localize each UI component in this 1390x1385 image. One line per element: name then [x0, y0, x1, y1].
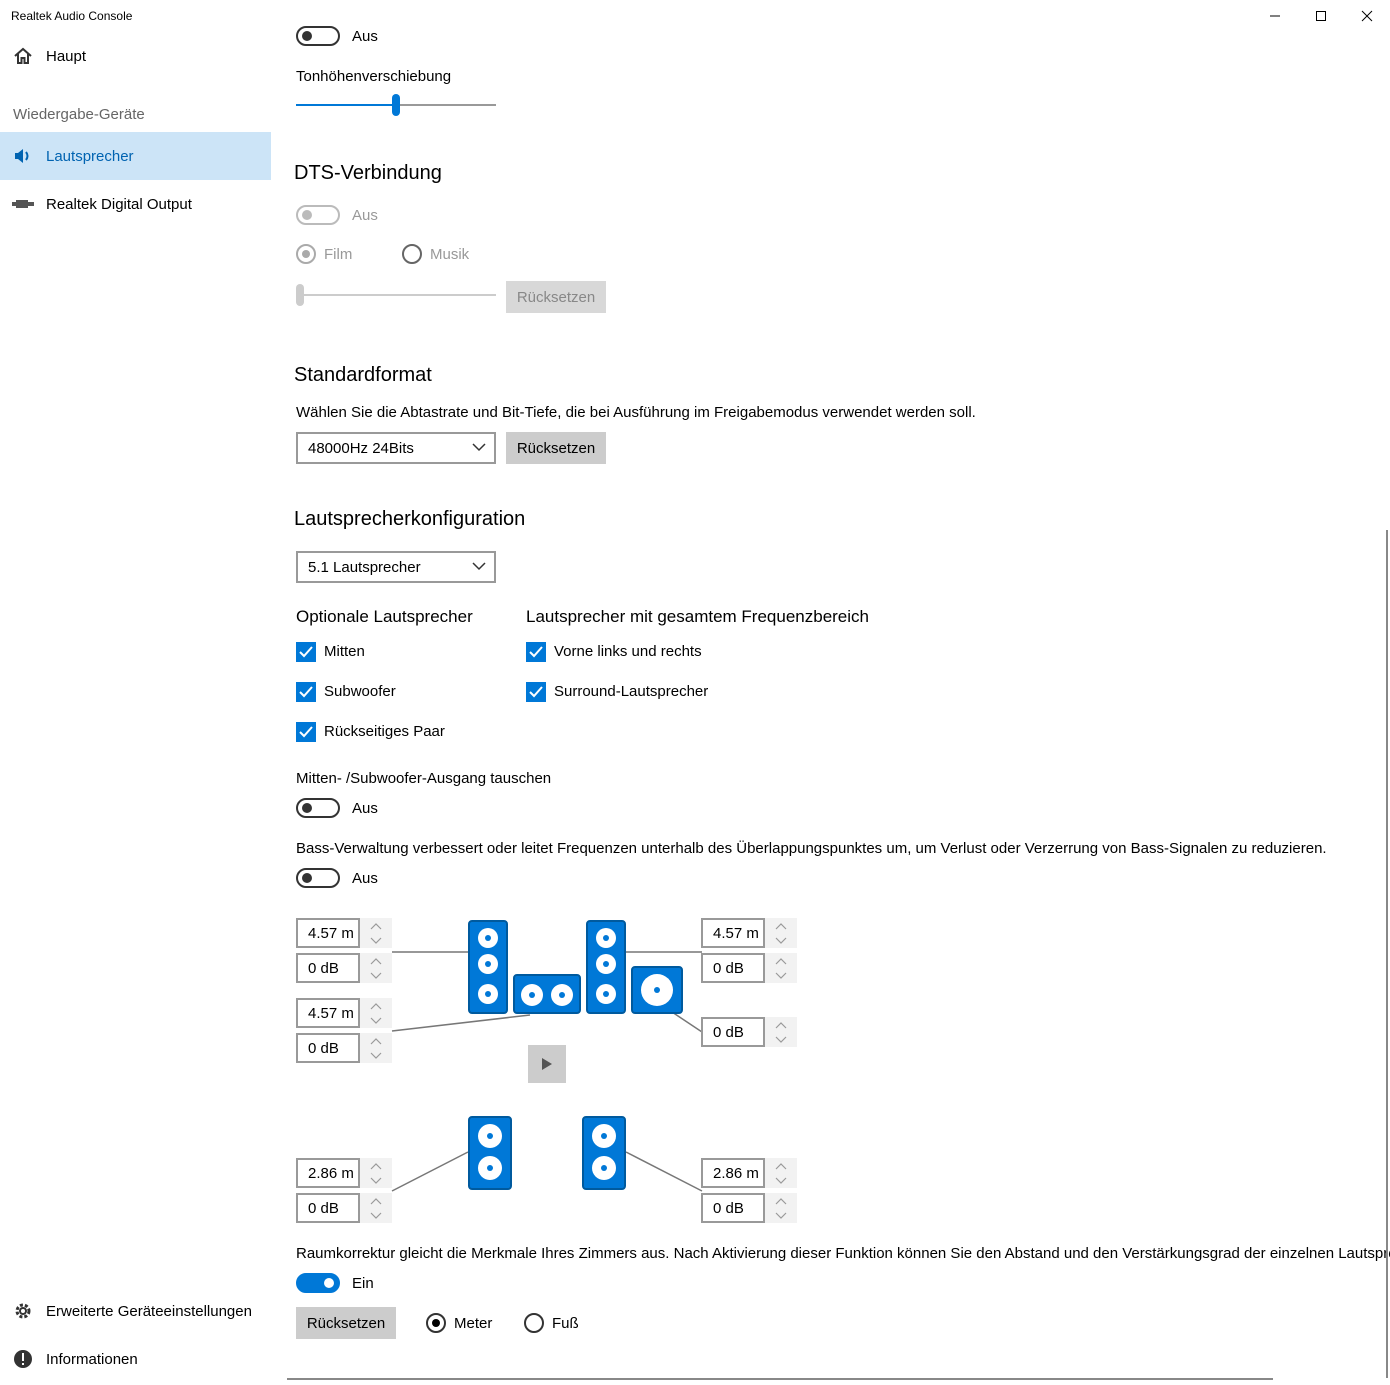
decrease-button[interactable] [360, 1173, 392, 1188]
decrease-button[interactable] [360, 1048, 392, 1063]
chevron-up-icon [370, 922, 382, 929]
room-correction-toggle[interactable] [296, 1273, 340, 1293]
rear-left-distance[interactable]: 2.86 m [296, 1158, 360, 1188]
increase-button[interactable] [360, 1158, 392, 1173]
chevron-up-icon [775, 922, 787, 929]
chevron-up-icon [370, 1037, 382, 1044]
chevron-down-icon [775, 1212, 787, 1219]
decrease-button[interactable] [360, 968, 392, 983]
front-right-gain[interactable]: 0 dB [701, 953, 765, 983]
horizontal-scrollbar[interactable] [287, 1378, 1273, 1380]
room-reset-button[interactable]: Rücksetzen [296, 1307, 396, 1339]
front-left-speaker-icon[interactable] [468, 920, 508, 1014]
chevron-down-icon [370, 972, 382, 979]
center-gain[interactable]: 0 dB [296, 1033, 360, 1063]
speaker-connector-lines [391, 951, 703, 1192]
room-correction-toggle-label: Ein [352, 1275, 374, 1292]
subwoofer-gain-box[interactable]: 0 dB [701, 1017, 797, 1047]
chevron-down-icon [370, 1017, 382, 1024]
chevron-up-icon [775, 1197, 787, 1204]
unit-foot-label: Fuß [552, 1315, 579, 1332]
subwoofer-speaker-icon[interactable] [631, 966, 683, 1014]
decrease-button[interactable] [765, 1208, 797, 1223]
chevron-up-icon [775, 1021, 787, 1028]
center-distance-box[interactable]: 4.57 m [296, 998, 392, 1028]
chevron-up-icon [775, 1162, 787, 1169]
decrease-button[interactable] [765, 1032, 797, 1047]
rear-right-distance-box[interactable]: 2.86 m [701, 1158, 797, 1188]
center-distance[interactable]: 4.57 m [296, 998, 360, 1028]
decrease-button[interactable] [360, 933, 392, 948]
increase-button[interactable] [765, 1193, 797, 1208]
chevron-up-icon [370, 1002, 382, 1009]
unit-foot-radio[interactable] [524, 1313, 544, 1333]
unit-meter-label: Meter [454, 1315, 493, 1332]
front-right-gain-box[interactable]: 0 dB [701, 953, 797, 983]
chevron-up-icon [370, 1197, 382, 1204]
front-left-gain[interactable]: 0 dB [296, 953, 360, 983]
rear-right-gain[interactable]: 0 dB [701, 1193, 765, 1223]
chevron-up-icon [775, 957, 787, 964]
subwoofer-gain[interactable]: 0 dB [701, 1017, 765, 1047]
rear-right-speaker-icon[interactable] [582, 1116, 626, 1190]
increase-button[interactable] [360, 1193, 392, 1208]
rear-left-gain-box[interactable]: 0 dB [296, 1193, 392, 1223]
chevron-down-icon [370, 1052, 382, 1059]
front-right-distance-box[interactable]: 4.57 m [701, 918, 797, 948]
increase-button[interactable] [765, 918, 797, 933]
increase-button[interactable] [360, 1033, 392, 1048]
front-left-distance-box[interactable]: 4.57 m [296, 918, 392, 948]
chevron-down-icon [775, 937, 787, 944]
increase-button[interactable] [360, 998, 392, 1013]
unit-meter-radio[interactable] [426, 1313, 446, 1333]
chevron-down-icon [775, 972, 787, 979]
decrease-button[interactable] [765, 1173, 797, 1188]
rear-right-gain-box[interactable]: 0 dB [701, 1193, 797, 1223]
chevron-down-icon [775, 1177, 787, 1184]
front-right-speaker-icon[interactable] [586, 920, 626, 1014]
chevron-down-icon [370, 1177, 382, 1184]
vertical-scrollbar[interactable] [1386, 530, 1388, 1378]
increase-button[interactable] [360, 953, 392, 968]
increase-button[interactable] [765, 953, 797, 968]
rear-left-distance-box[interactable]: 2.86 m [296, 1158, 392, 1188]
decrease-button[interactable] [765, 968, 797, 983]
chevron-up-icon [370, 1162, 382, 1169]
front-left-gain-box[interactable]: 0 dB [296, 953, 392, 983]
rear-left-speaker-icon[interactable] [468, 1116, 512, 1190]
increase-button[interactable] [765, 1017, 797, 1032]
chevron-down-icon [370, 1212, 382, 1219]
center-speaker-icon[interactable] [513, 974, 581, 1014]
decrease-button[interactable] [360, 1013, 392, 1028]
increase-button[interactable] [360, 918, 392, 933]
decrease-button[interactable] [765, 933, 797, 948]
chevron-down-icon [775, 1036, 787, 1043]
rear-left-gain[interactable]: 0 dB [296, 1193, 360, 1223]
chevron-up-icon [370, 957, 382, 964]
room-correction-description: Raumkorrektur gleicht die Merkmale Ihres… [296, 1245, 1390, 1262]
center-gain-box[interactable]: 0 dB [296, 1033, 392, 1063]
decrease-button[interactable] [360, 1208, 392, 1223]
increase-button[interactable] [765, 1158, 797, 1173]
front-left-distance[interactable]: 4.57 m [296, 918, 360, 948]
play-icon [542, 1058, 552, 1070]
rear-right-distance[interactable]: 2.86 m [701, 1158, 765, 1188]
chevron-down-icon [370, 937, 382, 944]
play-test-button[interactable] [528, 1045, 566, 1083]
front-right-distance[interactable]: 4.57 m [701, 918, 765, 948]
